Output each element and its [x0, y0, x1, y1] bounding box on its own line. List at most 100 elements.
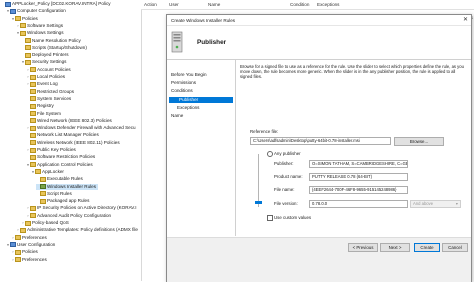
folder-icon	[30, 74, 36, 80]
tree-item-label: IP Security Policies on Active Directory…	[37, 205, 137, 211]
tree-item[interactable]: APPLocker_Policy [DC02.KORAV.INTRA] Poli…	[1, 1, 111, 7]
tree-item-label: Wireless Network (IEEE 802.11) Policies	[37, 139, 120, 145]
tree-item[interactable]: ▾ Security Settings	[21, 59, 66, 65]
tree-item[interactable]: ▾ User Configuration	[6, 242, 55, 248]
folder-icon	[30, 111, 36, 116]
folder-icon	[35, 169, 41, 175]
folder-icon	[30, 147, 36, 153]
tree-item[interactable]: › Local Policies	[26, 74, 65, 80]
reference-file-label: Reference file:	[250, 129, 279, 134]
folder-icon	[25, 59, 31, 65]
wizard-step[interactable]: Permissions	[171, 80, 196, 86]
create-button[interactable]: Create	[414, 243, 440, 252]
folder-icon	[20, 30, 26, 36]
tree-item-label: Public Key Policies	[37, 147, 76, 152]
tree-item-label: Software Settings	[27, 22, 64, 28]
reference-file-field[interactable]: C:\Users\adfsadmin\Desktop\putty-64bit-0…	[250, 137, 391, 145]
wizard-steps: Before You Begin Permissions Conditions Pub…	[167, 60, 236, 236]
tree-item[interactable]: Software Restriction Policies	[26, 154, 95, 160]
tree-item-label: System Services	[37, 95, 72, 101]
tree-item-label: Administrative Templates: Policy definit…	[27, 227, 138, 233]
folder-icon	[40, 176, 46, 182]
tree-item[interactable]: Wired Network (IEEE 802.3) Policies	[26, 118, 112, 124]
tree-item[interactable]: Executable Rules	[36, 176, 83, 182]
file-name-field[interactable]: {4EEF2644-700F-46F8-9655-915145248986}	[309, 186, 408, 194]
product-name-field[interactable]: PUTTY RELEASE 0.78 (64-BIT)	[309, 173, 408, 181]
tree-item-label: File System	[37, 110, 61, 116]
wizard-step[interactable]: Name	[171, 113, 183, 119]
tree-item[interactable]: › Public Key Policies	[26, 147, 76, 153]
tree-item[interactable]: › Account Policies	[26, 67, 71, 73]
tree-item[interactable]: Registry	[26, 103, 54, 109]
version-operator-select[interactable]: And above ▾	[410, 200, 461, 208]
tree-item[interactable]: › Preferences	[11, 257, 47, 263]
tree-item[interactable]: › Administrative Templates: Policy defini…	[16, 227, 138, 233]
wizard-step[interactable]: Before You Begin	[171, 72, 207, 78]
tree-item[interactable]: ▾ Windows Settings	[16, 30, 64, 36]
tree-item[interactable]: Restricted Groups	[26, 89, 74, 95]
previous-button[interactable]: < Previous	[348, 243, 378, 252]
file-version-field[interactable]: 0.78.0.0	[309, 200, 408, 208]
tree-item-label: Wired Network (IEEE 802.3) Policies	[37, 117, 112, 123]
wizard-step[interactable]: Exceptions	[177, 105, 199, 111]
specificity-slider-thumb[interactable]	[255, 201, 262, 204]
browse-button[interactable]: Browse...	[394, 137, 444, 146]
tree-item[interactable]: › Software Settings	[16, 23, 63, 29]
cancel-button[interactable]: Cancel	[442, 243, 468, 252]
custom-values-checkbox[interactable]	[267, 215, 273, 221]
tree-item[interactable]: › Windows Defender Firewall with Advanced…	[26, 125, 136, 131]
policy-icon	[5, 1, 11, 7]
folder-icon	[30, 132, 36, 138]
dialog-titlebar: Create Windows Installer Rules ✕	[167, 15, 471, 26]
any-publisher-radio[interactable]	[267, 151, 273, 157]
column-action[interactable]: Action	[144, 2, 157, 7]
tree-item-label: Advanced Audit Policy Configuration	[37, 212, 112, 218]
folder-icon	[40, 191, 46, 197]
tree-item[interactable]: Name Resolution Policy	[21, 38, 81, 44]
tree-item[interactable]: ▾ Computer Configuration	[6, 8, 66, 14]
tree-item[interactable]: Scripts (Startup/Shutdown)	[21, 45, 87, 51]
tree-item[interactable]: › IP Security Policies on Active Director…	[26, 205, 136, 211]
folder-icon	[25, 45, 31, 51]
wizard-step[interactable]: Conditions	[171, 88, 193, 94]
tree-item[interactable]: › Event Log	[26, 81, 58, 87]
close-icon[interactable]: ✕	[463, 16, 468, 23]
wizard-step[interactable]: Publisher	[169, 97, 233, 103]
tree-item-label: Windows Installer Rules	[47, 183, 97, 189]
tree-item[interactable]: System Services	[26, 96, 71, 102]
tree-item[interactable]: Packaged app Rules	[36, 198, 89, 204]
tree-item-label: Windows Defender Firewall with Advanced …	[37, 125, 136, 131]
computer-icon	[10, 8, 16, 14]
tree-item[interactable]: Wireless Network (IEEE 802.11) Policies	[26, 140, 120, 146]
tree-item[interactable]: Deployed Printers	[21, 52, 69, 58]
specificity-slider-track[interactable]	[258, 154, 259, 207]
folder-icon	[25, 220, 31, 226]
tree-item-label: Registry	[37, 103, 54, 109]
tree-item[interactable]: › Policies	[11, 249, 38, 255]
publisher-description: Browse for a signed file to use as a ref…	[240, 64, 464, 80]
column-exceptions[interactable]: Exceptions	[317, 2, 339, 7]
tree-item[interactable]: › Policy-based QoS	[21, 220, 69, 226]
any-publisher-label: Any publisher	[274, 151, 301, 156]
tree-item[interactable]: Script Rules	[36, 191, 72, 197]
tree-item[interactable]: ▾ Application Control Policies	[26, 162, 93, 168]
gpo-tree-pane: APPLocker_Policy [DC02.KORAV.INTRA] Poli…	[0, 0, 142, 281]
tree-item[interactable]: File System	[26, 111, 61, 117]
tree-item-label: Name Resolution Policy	[32, 37, 81, 43]
tree-item[interactable]: ▾ Policies	[11, 16, 38, 22]
tree-item-label: Policy-based QoS	[32, 220, 69, 225]
column-condition[interactable]: Condition	[290, 2, 309, 7]
publisher-field[interactable]: O=SIMON TATHAM, S=CAMBRIDGESHIRE, C=GB	[309, 160, 408, 168]
dialog-title: Create Windows Installer Rules	[171, 17, 236, 23]
tree-item[interactable]: › Advanced Audit Policy Configuration	[26, 213, 111, 219]
tree-item[interactable]: ▾ AppLocker	[31, 169, 64, 175]
column-user[interactable]: User	[169, 2, 179, 7]
column-name[interactable]: Name	[208, 2, 220, 7]
tree-item[interactable]: Network List Manager Policies	[26, 132, 99, 138]
folder-icon	[40, 184, 46, 189]
folder-icon	[40, 198, 46, 204]
tree-item[interactable]: Windows Installer Rules	[36, 183, 99, 190]
product-name-label: Product name:	[274, 174, 303, 179]
next-button[interactable]: Next >	[380, 243, 410, 252]
tree-item[interactable]: › Preferences	[11, 235, 47, 241]
